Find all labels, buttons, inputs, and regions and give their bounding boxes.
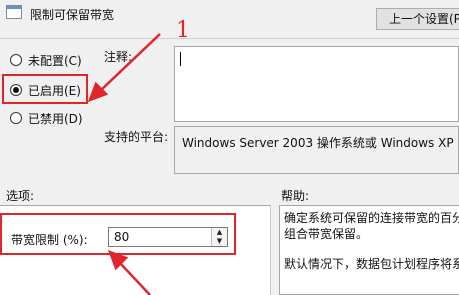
annotation-arrows bbox=[87, 33, 161, 295]
arrow-to-enabled bbox=[99, 33, 161, 92]
arrow-to-bandwidth bbox=[119, 262, 151, 295]
